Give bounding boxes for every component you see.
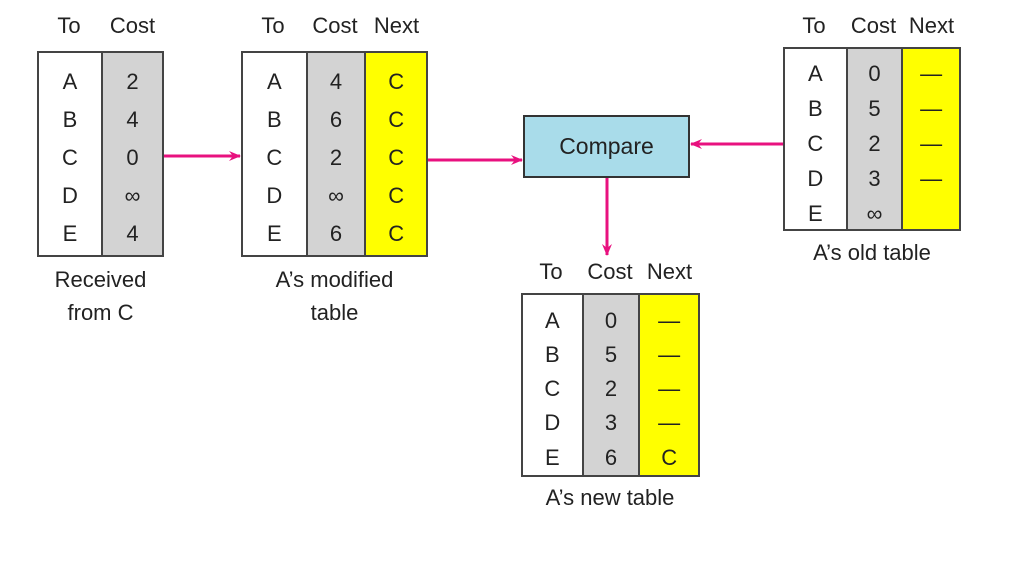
table-cell: — bbox=[920, 96, 943, 121]
table-cell: A bbox=[544, 308, 560, 333]
table-cell: C bbox=[388, 221, 405, 246]
table-cell: — bbox=[658, 342, 681, 367]
table-cell: ∞ bbox=[328, 183, 344, 208]
table-cell: D bbox=[544, 410, 561, 435]
table-cell: — bbox=[658, 308, 681, 333]
routing-table-modified: A B C D E 4 6 2 ∞ 6 C C C C C bbox=[241, 51, 428, 257]
table-caption: Received bbox=[54, 267, 147, 292]
table-cell: E bbox=[62, 221, 78, 246]
table-cell: — bbox=[920, 131, 943, 156]
table-cell: 6 bbox=[329, 221, 343, 246]
table-caption: A’s modified bbox=[275, 267, 394, 292]
column-header-to: To bbox=[57, 13, 81, 38]
column-next: CCCCC bbox=[364, 53, 426, 255]
table-cell: E bbox=[266, 221, 282, 246]
table-cell: 3 bbox=[604, 410, 618, 435]
table-cell: 0 bbox=[126, 145, 139, 170]
column-header-cost: Cost bbox=[312, 13, 358, 38]
routing-table-new: A B C D E 0 5 2 3 6— — — — C bbox=[521, 293, 700, 477]
column-next: — — — — C bbox=[638, 295, 698, 475]
table-cell: 0 bbox=[868, 61, 881, 86]
column-to: ABCDE bbox=[785, 49, 846, 229]
table-cell: B bbox=[62, 107, 78, 132]
table-cell: C bbox=[388, 145, 405, 170]
table-cell: 0 bbox=[604, 308, 618, 333]
compare-box: Compare bbox=[523, 115, 690, 178]
table-cell: A bbox=[807, 61, 823, 86]
column-header-to: To bbox=[802, 13, 826, 38]
compare-label: Compare bbox=[559, 133, 654, 159]
column-header-next: Next bbox=[908, 13, 955, 38]
column-to: ABCDE bbox=[39, 53, 101, 255]
table-cell: A bbox=[62, 69, 78, 94]
table-cell: 4 bbox=[126, 107, 139, 132]
table-cell: 6 bbox=[604, 445, 618, 470]
column-to: ABCDE bbox=[243, 53, 306, 255]
routing-table-received: A B C D E 2 4 0 ∞ 4 bbox=[37, 51, 164, 257]
column-cost: 4 6 2 ∞ 6 bbox=[305, 53, 365, 255]
table-cell: 2 bbox=[868, 131, 881, 156]
table-cell: C bbox=[388, 107, 405, 132]
table-cell: 3 bbox=[868, 166, 881, 191]
table-cell: 4 bbox=[126, 221, 139, 246]
column-header-cost: Cost bbox=[850, 13, 897, 38]
table-cell: — bbox=[658, 376, 681, 401]
table-cell: 2 bbox=[126, 69, 139, 94]
table-cell: E bbox=[807, 201, 823, 226]
table-cell: ∞ bbox=[866, 201, 883, 226]
table-cell: C bbox=[388, 69, 405, 94]
table-cell: — bbox=[920, 61, 943, 86]
table-cell: 4 bbox=[329, 69, 343, 94]
table-cell: B bbox=[807, 96, 823, 121]
table-cell: 6 bbox=[329, 107, 343, 132]
column-next: — — — — bbox=[901, 49, 959, 229]
column-header-cost: Cost bbox=[587, 259, 633, 284]
column-cost: 0 5 2 3 ∞ bbox=[845, 49, 902, 229]
distance-vector-update-diagram: Compare To Cost A B C D E 2 4 0 ∞ 4 Received from C To… bbox=[0, 0, 1026, 583]
table-cell: 2 bbox=[329, 145, 343, 170]
table-cell: C bbox=[807, 131, 824, 156]
table-caption: A’s old table bbox=[813, 240, 931, 265]
table-cell: — bbox=[658, 410, 681, 435]
table-cell: 5 bbox=[868, 96, 881, 121]
table-cell: D bbox=[62, 183, 78, 208]
routing-table-old: A B C D E 0 5 2 3 ∞ — — — — bbox=[783, 47, 961, 231]
table-cell: C bbox=[661, 445, 678, 470]
column-header-to: To bbox=[539, 259, 563, 284]
table-cell: — bbox=[920, 166, 943, 191]
column-header-next: Next bbox=[373, 13, 420, 38]
column-cost: 0 5 2 3 6 bbox=[581, 295, 639, 475]
table-caption: from C bbox=[67, 300, 134, 325]
table-cell: C bbox=[544, 376, 561, 401]
table-cell: E bbox=[544, 445, 560, 470]
table-cell: C bbox=[388, 183, 405, 208]
table-cell: C bbox=[266, 145, 283, 170]
table-cell: D bbox=[807, 166, 824, 191]
table-cell: 2 bbox=[604, 376, 618, 401]
column-header-next: Next bbox=[646, 259, 693, 284]
table-caption: A’s new table bbox=[545, 485, 675, 510]
table-cell: A bbox=[266, 69, 282, 94]
table-caption: table bbox=[310, 300, 359, 325]
table-cell: ∞ bbox=[124, 183, 141, 208]
column-cost: 2 4 0 ∞ 4 bbox=[100, 53, 162, 255]
table-cell: B bbox=[266, 107, 282, 132]
column-header-to: To bbox=[261, 13, 285, 38]
table-cell: C bbox=[62, 145, 78, 170]
column-to: ABCDE bbox=[523, 295, 582, 475]
column-header-cost: Cost bbox=[109, 13, 156, 38]
table-cell: 5 bbox=[604, 342, 618, 367]
table-cell: B bbox=[544, 342, 560, 367]
table-cell: D bbox=[266, 183, 283, 208]
